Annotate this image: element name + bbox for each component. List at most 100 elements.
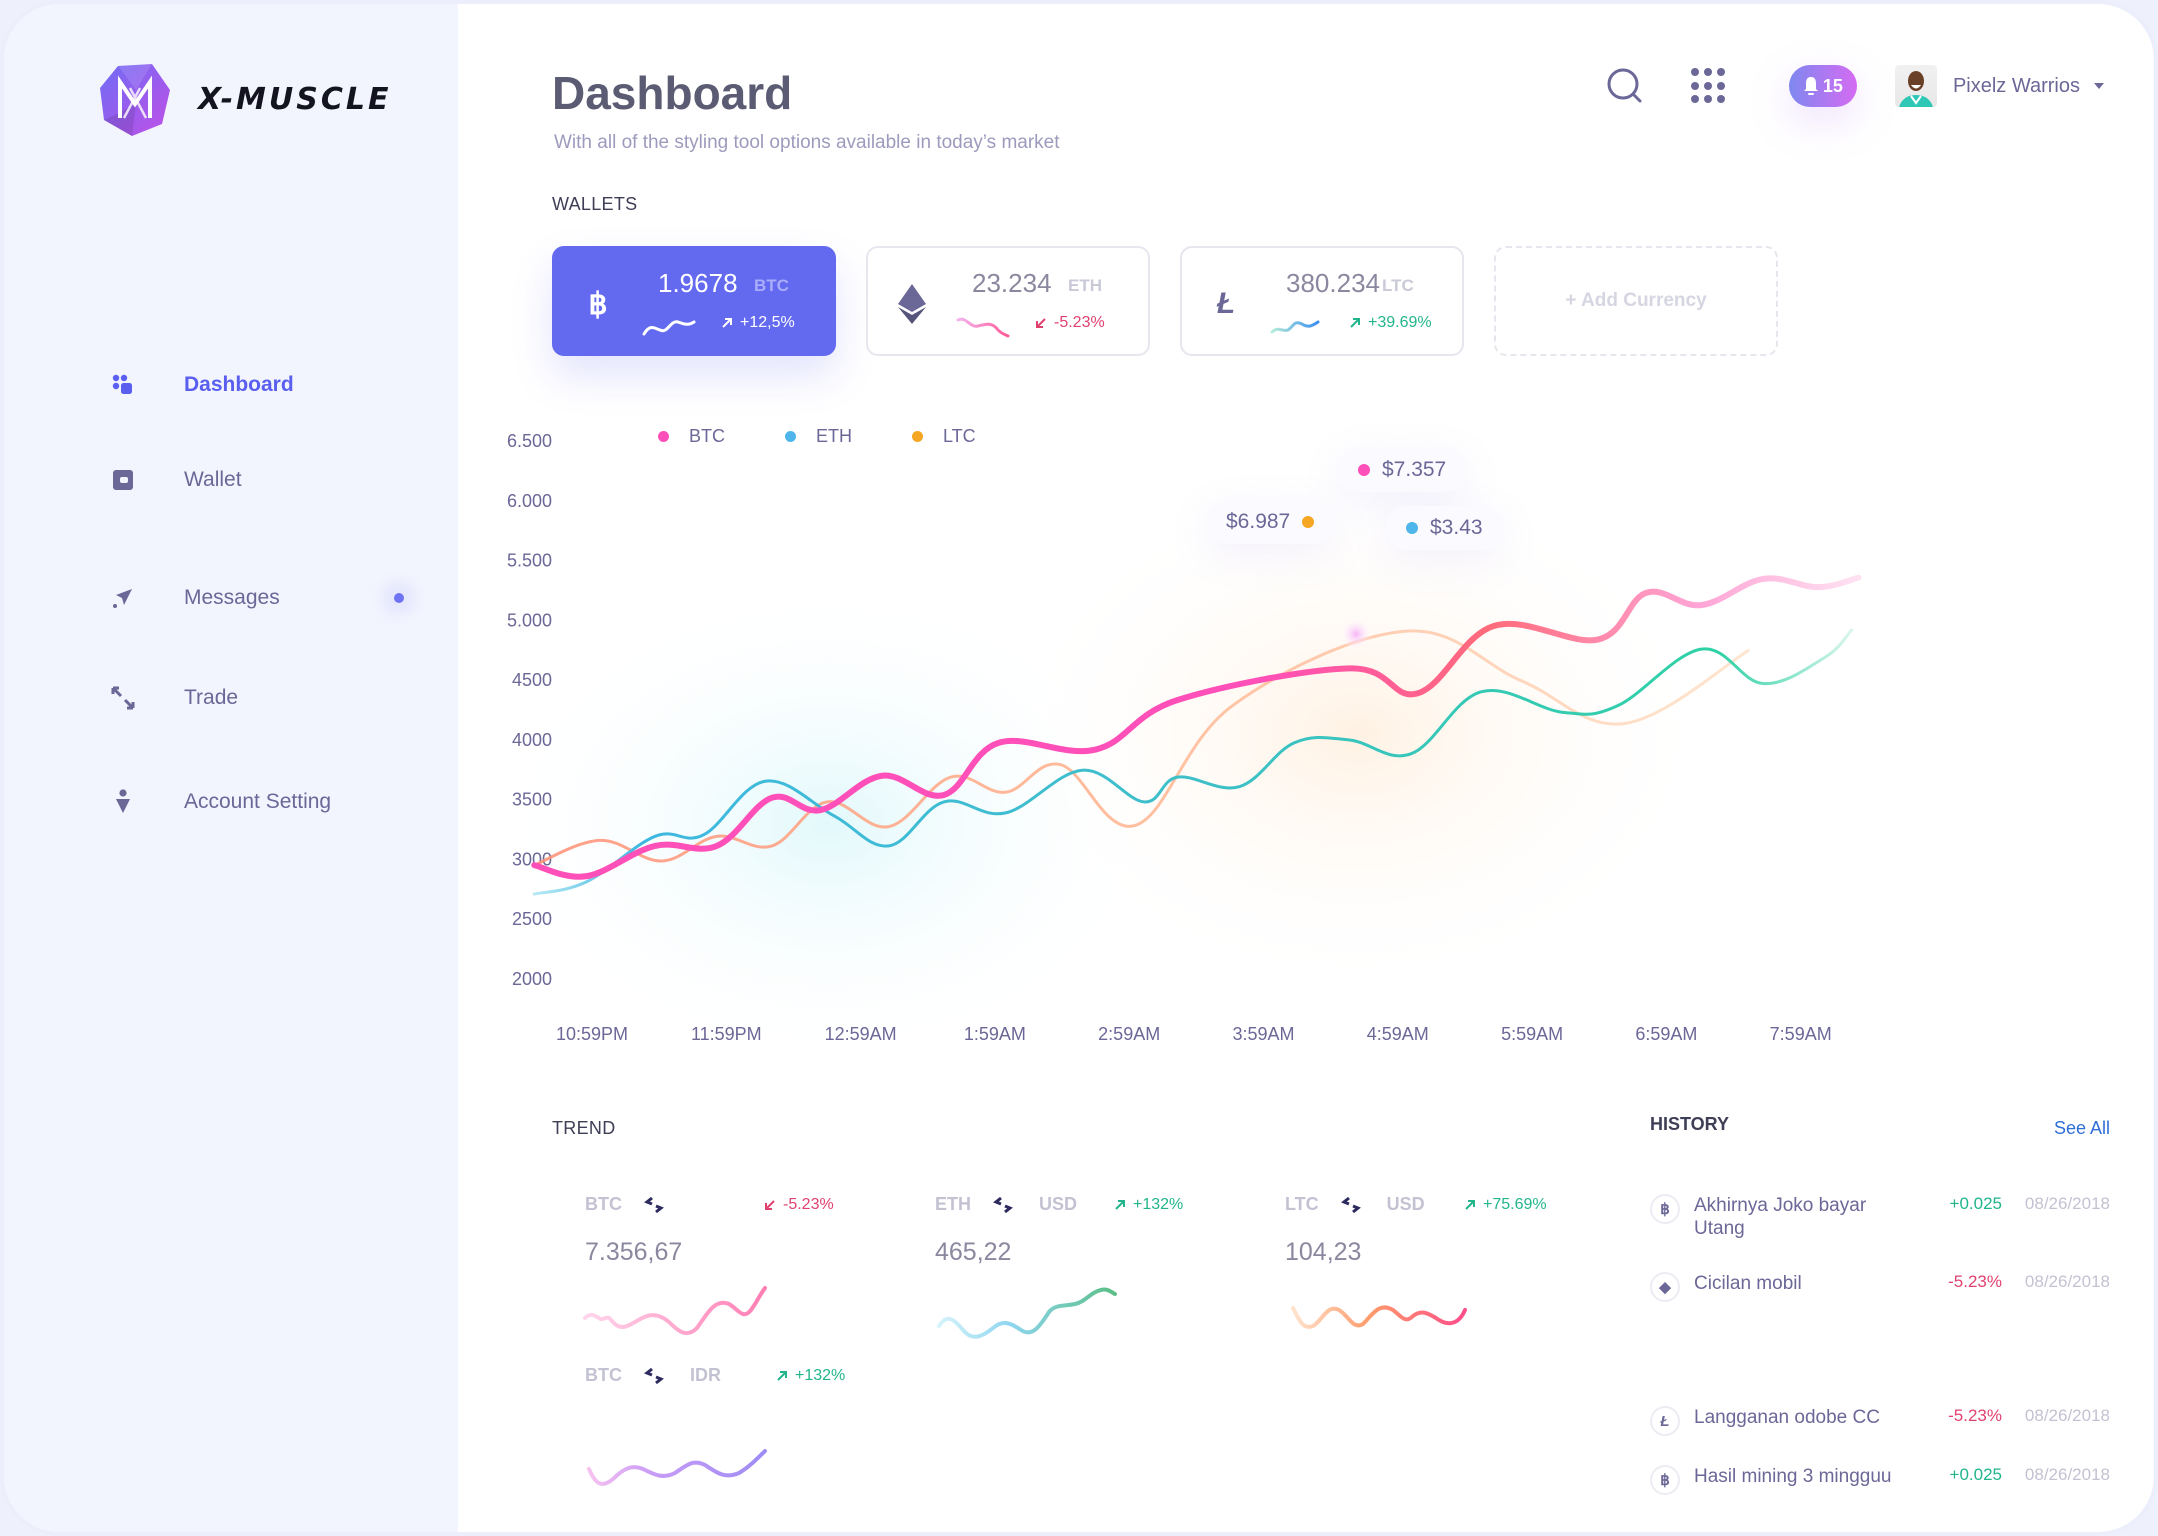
- x-axis: 10:59PM 11:59PM 12:59AM 1:59AM 2:59AM 3:59AM 4…: [556, 1024, 1832, 1044]
- y-tick-label: 2000: [512, 969, 552, 989]
- chevron-down-icon: [2094, 83, 2104, 89]
- x-tick-label: 1:59AM: [964, 1024, 1026, 1044]
- trend-value: 465,22: [935, 1238, 1012, 1266]
- sidebar-item-wallet[interactable]: Wallet: [108, 460, 408, 500]
- brand-logo[interactable]: X-MUSCLE: [96, 60, 391, 138]
- sidebar-item-messages[interactable]: Messages: [108, 578, 408, 618]
- wallet-amount: 23.234: [972, 268, 1052, 298]
- wallet-change: +12,5%: [722, 314, 795, 332]
- topbar: 15 Pixelz Warrios: [1603, 64, 2104, 108]
- wallet-card-eth[interactable]: 23.234 ETH -5.23%: [866, 246, 1150, 356]
- trend-card-ltc-usd[interactable]: LTC USD +75.69% 104,23: [1285, 1194, 1605, 1364]
- price-chart: 6.500 6.000 5.500 5.000 4500 4000 3500 3000 2500…: [458, 404, 2154, 1064]
- x-tick-label: 11:59PM: [691, 1024, 762, 1044]
- history-amount: -5.23%: [1948, 1272, 2002, 1291]
- trend-card-eth-usd[interactable]: ETH USD +132% 465,22: [935, 1194, 1255, 1364]
- y-tick-label: 5.000: [507, 610, 552, 630]
- wallet-sparkline: [642, 320, 696, 336]
- x-tick-label: 4:59AM: [1367, 1024, 1429, 1044]
- wallet-currency: LTC: [1382, 276, 1414, 295]
- trend-card-btc-idr[interactable]: BTC IDR +132%: [585, 1365, 905, 1532]
- trend-to: USD: [1039, 1194, 1078, 1214]
- trade-arrows-icon: [108, 683, 138, 713]
- y-tick-label: 4500: [512, 670, 552, 690]
- arrow-up-right-icon: [1350, 318, 1360, 328]
- trend-sparkline: [1291, 1305, 1467, 1329]
- wallet-sparkline: [1270, 320, 1320, 334]
- see-all-link[interactable]: See All: [2054, 1118, 2110, 1139]
- history-date: 08/26/2018: [2024, 1194, 2110, 1213]
- trend-change: +132%: [777, 1367, 845, 1385]
- x-tick-label: 2:59AM: [1098, 1024, 1160, 1044]
- account-icon: [108, 787, 138, 817]
- x-tick-label: 6:59AM: [1635, 1024, 1697, 1044]
- legend-item-ltc[interactable]: LTC: [912, 426, 976, 447]
- wallet-card-btc[interactable]: ฿ 1.9678 BTC +12,5%: [552, 246, 836, 356]
- page-title: Dashboard: [552, 67, 793, 119]
- trend-value: 104,23: [1285, 1238, 1362, 1266]
- trend-to: IDR: [690, 1365, 721, 1385]
- trend-change: +132%: [1115, 1196, 1183, 1214]
- add-currency-button[interactable]: + Add Currency: [1494, 246, 1778, 356]
- history-name: Hasil mining 3 mingguu: [1694, 1466, 1892, 1487]
- trend-from: BTC: [585, 1194, 622, 1214]
- trend-from: BTC: [585, 1365, 622, 1385]
- notification-count: 15: [1822, 75, 1843, 96]
- sidebar: X-MUSCLE Dashboard Wallet Messages Trade…: [4, 4, 458, 1532]
- dashboard-icon: [108, 370, 138, 400]
- swap-icon: [993, 1196, 1013, 1213]
- litecoin-icon: Ł: [1650, 1406, 1680, 1436]
- sidebar-item-account-setting[interactable]: Account Setting: [108, 782, 408, 822]
- sidebar-item-trade[interactable]: Trade: [108, 678, 408, 718]
- legend-item-eth[interactable]: ETH: [785, 426, 852, 447]
- user-menu[interactable]: Pixelz Warrios: [1894, 65, 2104, 107]
- tooltip-btc: $7.357: [1338, 448, 1467, 492]
- wallet-currency: ETH: [1068, 276, 1102, 295]
- trend-sparkline: [587, 1449, 767, 1486]
- legend-dot: [785, 431, 796, 442]
- sidebar-item-label: Trade: [184, 686, 239, 709]
- wallet-amount: 1.9678: [658, 268, 738, 298]
- history-amount: -5.23%: [1948, 1406, 2002, 1425]
- bell-icon: [1803, 77, 1818, 95]
- search-icon[interactable]: [1603, 64, 1647, 108]
- ethereum-icon: [894, 284, 930, 324]
- y-tick-label: 2500: [512, 909, 552, 929]
- arrow-down-left-icon: [1036, 318, 1046, 328]
- x-tick-label: 12:59AM: [825, 1024, 897, 1044]
- wallet-card-ltc[interactable]: Ł 380.234 LTC +39.69%: [1180, 246, 1464, 356]
- trend-sparkline: [937, 1287, 1117, 1339]
- arrow-up-right-icon: [1115, 1200, 1125, 1210]
- sidebar-item-label: Wallet: [184, 468, 242, 491]
- history-name: Akhirnya Joko bayar Utang: [1694, 1195, 1867, 1239]
- y-tick-label: 6.500: [507, 431, 552, 451]
- wallet-sparkline: [956, 317, 1010, 338]
- wallet-change: +39.69%: [1350, 314, 1432, 332]
- y-tick-label: 4000: [512, 730, 552, 750]
- y-tick-label: 6.000: [507, 491, 552, 511]
- wallet-amount: 380.234: [1286, 268, 1380, 298]
- send-icon: [108, 583, 138, 613]
- legend-dot: [912, 431, 923, 442]
- trend-value: 7.356,67: [585, 1238, 683, 1266]
- notifications-button[interactable]: 15: [1788, 65, 1857, 107]
- history-heading: HISTORY: [1650, 1114, 1730, 1134]
- history-amount: +0.025: [1949, 1194, 2002, 1213]
- wallet-icon: [108, 465, 138, 495]
- avatar: [1894, 65, 1937, 107]
- x-tick-label: 5:59AM: [1501, 1024, 1563, 1044]
- sidebar-item-dashboard[interactable]: Dashboard: [108, 365, 408, 405]
- brand-name: X-MUSCLE: [198, 81, 392, 117]
- bitcoin-icon: ฿: [588, 287, 608, 321]
- x-tick-label: 3:59AM: [1232, 1024, 1294, 1044]
- x-tick-label: 10:59PM: [556, 1024, 628, 1044]
- trend-card-btc[interactable]: BTC -5.23% 7.356,67: [583, 1194, 905, 1364]
- legend-item-btc[interactable]: BTC: [658, 426, 725, 447]
- bitcoin-icon: ฿: [1650, 1194, 1680, 1224]
- history-date: 08/26/2018: [2024, 1465, 2110, 1484]
- history-date: 08/26/2018: [2024, 1406, 2110, 1425]
- history-amount: +0.025: [1949, 1465, 2002, 1484]
- apps-grid-icon[interactable]: [1690, 68, 1727, 104]
- wallet-currency: BTC: [754, 276, 789, 295]
- arrow-up-right-icon: [722, 318, 732, 328]
